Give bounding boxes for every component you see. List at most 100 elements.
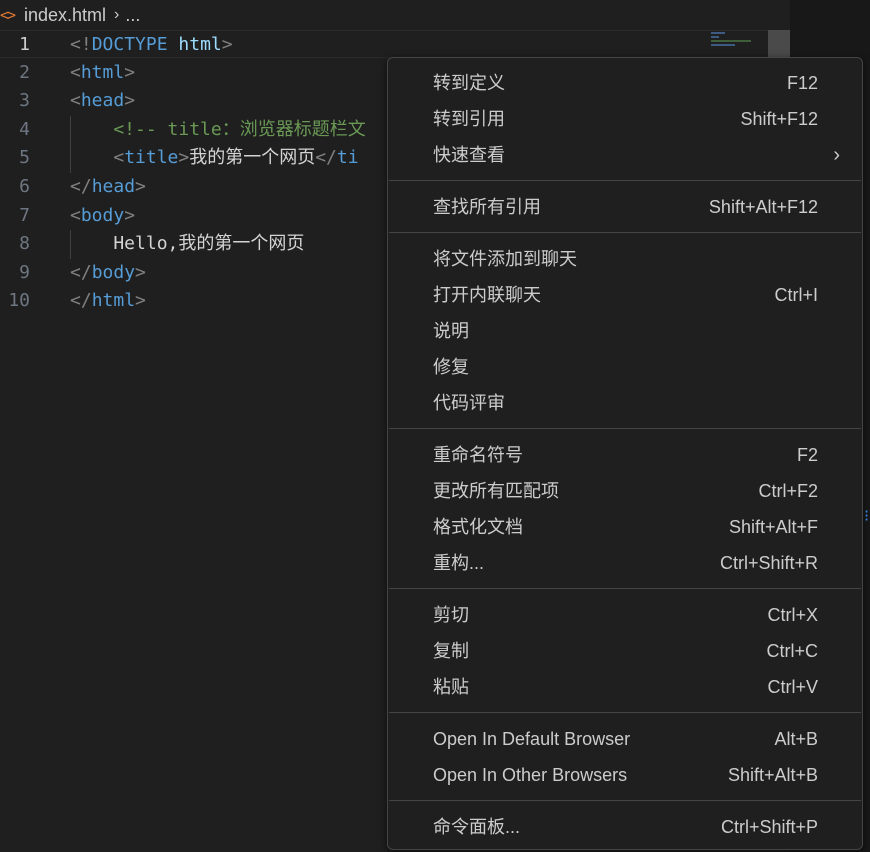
context-menu: 转到定义 F12 转到引用 Shift+F12 快速查看 › 查找所有引用 Shift+Alt…: [387, 57, 863, 850]
code-token: Hello,我的第一个网页: [70, 233, 305, 255]
menu-separator: [389, 800, 861, 801]
menu-item-shortcut: Shift+Alt+F12: [708, 197, 818, 217]
menu-item-shortcut: F2: [796, 445, 818, 465]
code-token: html: [80, 61, 125, 83]
code-token: >: [124, 90, 136, 112]
vertical-scrollbar[interactable]: [768, 30, 790, 60]
code-token: <: [70, 204, 81, 226]
menu-item-label: 命令面板...: [433, 817, 521, 837]
menu-item-label: 复制: [433, 641, 469, 661]
menu-item-shortcut: Ctrl+Shift+R: [719, 553, 818, 573]
code-token: html: [178, 34, 222, 55]
line-number: 10: [8, 290, 30, 312]
menu-item-label: 查找所有引用: [433, 197, 541, 217]
code-token: <: [70, 147, 125, 169]
code-text: <title>我的第一个网页</ti: [70, 144, 358, 172]
line-number: 1: [19, 34, 30, 55]
menu-item-shortcut: Shift+Alt+B: [727, 765, 818, 785]
menu-item-label: 重命名符号: [433, 445, 523, 465]
html-file-icon: <>: [0, 6, 16, 24]
code-token: <: [70, 61, 81, 83]
menu-separator: [389, 180, 861, 181]
code-token: >: [135, 261, 146, 283]
menu-separator: [389, 428, 861, 429]
code-text: <!-- title：浏览器标题栏文: [70, 116, 366, 144]
menu-item[interactable]: 重构... Ctrl+Shift+R: [388, 545, 862, 581]
code-token: body: [80, 204, 125, 226]
menu-item[interactable]: 代码评审: [388, 385, 862, 421]
breadcrumb-more[interactable]: ...: [125, 5, 140, 26]
code-token: >: [135, 176, 146, 197]
code-text: </head>: [70, 173, 146, 201]
code-token: <: [70, 90, 81, 112]
menu-item[interactable]: 剪切 Ctrl+X: [388, 597, 862, 633]
menu-item-label: 转到引用: [433, 109, 505, 129]
menu-item-shortcut: Ctrl+F2: [758, 481, 818, 501]
menu-item[interactable]: 重命名符号 F2: [388, 437, 862, 473]
line-number: 7: [19, 204, 30, 226]
code-token: >: [135, 290, 146, 312]
menu-item[interactable]: 打开内联聊天 Ctrl+I: [388, 277, 862, 313]
menu-item[interactable]: 格式化文档 Shift+Alt+F: [388, 509, 862, 545]
line-number: 4: [19, 118, 30, 140]
menu-item-label: Open In Default Browser: [433, 729, 631, 749]
code-token: </: [70, 261, 92, 283]
code-token: >: [124, 61, 136, 83]
line-number: 2: [19, 61, 30, 83]
menu-item[interactable]: Open In Default Browser Alt+B: [388, 721, 862, 757]
menu-item-label: 剪切: [433, 605, 469, 625]
code-token: <!-- title：浏览器标题栏文: [70, 118, 366, 140]
code-text: <!DOCTYPE html>: [70, 31, 233, 59]
chevron-right-icon: ›: [833, 144, 840, 166]
menu-item[interactable]: 快速查看 ›: [388, 137, 862, 173]
menu-separator: [389, 588, 861, 589]
menu-item-label: 打开内联聊天: [433, 285, 541, 305]
breadcrumb-file[interactable]: index.html: [24, 5, 106, 26]
code-text: </html>: [70, 287, 146, 315]
code-token: head: [91, 176, 136, 197]
menu-item[interactable]: 修复: [388, 349, 862, 385]
menu-item-label: 粘贴: [433, 677, 469, 697]
menu-item-shortcut: Shift+Alt+F: [728, 517, 818, 537]
code-token: DOCTYPE: [91, 34, 179, 55]
menu-item[interactable]: 说明: [388, 313, 862, 349]
menu-item-shortcut: F12: [786, 73, 818, 93]
code-text: <head>: [70, 87, 135, 115]
menu-item-label: 转到定义: [433, 73, 505, 93]
menu-item-shortcut: Ctrl+X: [767, 605, 818, 625]
code-token: html: [91, 290, 136, 312]
menu-item[interactable]: 命令面板... Ctrl+Shift+P: [388, 809, 862, 845]
code-token: >: [124, 204, 136, 226]
menu-item[interactable]: 转到引用 Shift+F12: [388, 101, 862, 137]
menu-item[interactable]: Open In Other Browsers Shift+Alt+B: [388, 757, 862, 793]
code-text: </body>: [70, 259, 146, 287]
menu-item[interactable]: 更改所有匹配项 Ctrl+F2: [388, 473, 862, 509]
indent-guide: [70, 115, 71, 173]
code-token: 我的第一个网页: [189, 147, 316, 169]
menu-item[interactable]: 查找所有引用 Shift+Alt+F12: [388, 189, 862, 225]
code-token: </: [315, 147, 337, 169]
code-token: </: [70, 176, 92, 197]
line-number: 9: [19, 261, 30, 283]
code-line[interactable]: 1 <!DOCTYPE html>: [0, 30, 790, 58]
menu-item[interactable]: 粘贴 Ctrl+V: [388, 669, 862, 705]
editor-window: <> index.html › ... 1 <!DOCTYPE html> 2 <ht…: [0, 0, 870, 852]
line-number: 8: [19, 233, 30, 255]
menu-item[interactable]: 转到定义 F12: [388, 65, 862, 101]
menu-item-label: 修复: [433, 357, 469, 377]
indent-guide: [70, 230, 71, 259]
edge-indicator-icon: ⁝: [864, 506, 870, 525]
menu-separator: [389, 232, 861, 233]
menu-item-shortcut: Ctrl+V: [767, 677, 818, 697]
menu-item[interactable]: 复制 Ctrl+C: [388, 633, 862, 669]
menu-item-shortcut: Alt+B: [774, 729, 818, 749]
code-token: >: [178, 147, 190, 169]
menu-item-label: 代码评审: [433, 393, 505, 413]
menu-item-shortcut: Ctrl+C: [766, 641, 818, 661]
line-number: 6: [19, 176, 30, 197]
code-token: >: [221, 34, 233, 55]
minimap[interactable]: [705, 30, 767, 50]
code-token: body: [91, 261, 136, 283]
menu-item[interactable]: 将文件添加到聊天: [388, 241, 862, 277]
menu-item-label: 更改所有匹配项: [433, 481, 559, 501]
